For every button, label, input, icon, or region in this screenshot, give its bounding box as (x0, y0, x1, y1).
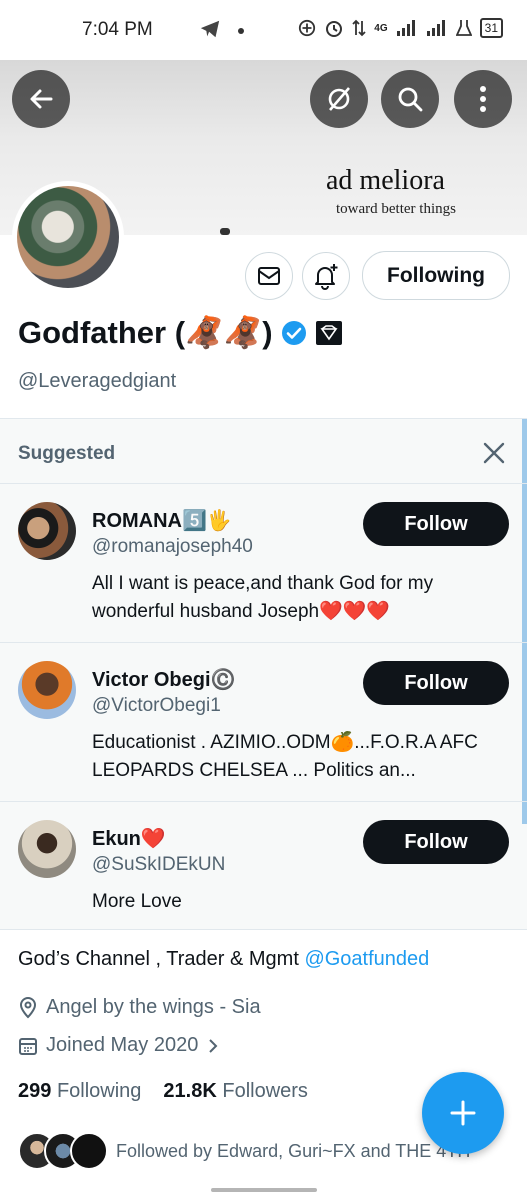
suggested-user-bio: More Love (92, 891, 182, 912)
profile-bio: God’s Channel , Trader & Mgmt @Goatfunde… (18, 948, 429, 971)
location-pin-icon (19, 996, 37, 1018)
banner-motto: ad meliora (326, 165, 445, 196)
bio-text: God’s Channel , Trader & Mgmt (18, 948, 305, 970)
add-circle-icon (299, 19, 316, 37)
back-button[interactable] (12, 70, 70, 128)
avatar (70, 1132, 108, 1170)
avatar[interactable] (18, 661, 76, 719)
avatar[interactable] (18, 820, 76, 878)
battery-icon: 31 (479, 18, 503, 38)
profile-location: Angel by the wings - Sia (18, 996, 261, 1019)
suggested-user-handle: @romanajoseph40 (92, 536, 253, 557)
profile-joined[interactable]: Joined May 2020 (18, 1034, 220, 1057)
followed-by-avatars (18, 1132, 108, 1170)
joined-text: Joined May 2020 (46, 1034, 199, 1056)
suggested-user-name[interactable]: Ekun❤️ (92, 826, 166, 851)
suggested-user-name[interactable]: ROMANA5️⃣🖐 (92, 508, 232, 533)
follow-button[interactable]: Follow (363, 502, 509, 546)
profile-avatar[interactable] (12, 181, 124, 293)
bell-plus-icon (315, 264, 338, 290)
following-label: Following (56, 1080, 142, 1102)
followers-label: Followers (222, 1080, 308, 1102)
plus-icon (450, 1100, 476, 1126)
network-type: 4G (374, 22, 388, 34)
location-text: Angel by the wings - Sia (46, 996, 261, 1018)
signal-icon (426, 20, 445, 36)
notifications-button[interactable] (302, 252, 350, 300)
chevron-right-icon (209, 1038, 218, 1053)
data-arrows-icon (352, 19, 366, 37)
more-vertical-icon (480, 86, 486, 112)
suggested-user-handle: @SuSkIDEkUN (92, 854, 226, 875)
message-button[interactable] (245, 252, 293, 300)
signal-icon (396, 20, 415, 36)
following-count: 299 (18, 1080, 52, 1102)
following-count-link[interactable]: 299 Following (18, 1080, 141, 1103)
suggested-user-card[interactable]: Ekun❤️ @SuSkIDEkUN More Love Follow (0, 801, 527, 930)
suggested-user-card[interactable]: Victor Obegi©️ @VictorObegi1 Educationis… (0, 642, 527, 801)
status-icons: 4G 31 (298, 18, 503, 38)
status-bar: 7:04 PM 4G 31 (0, 0, 527, 60)
suggested-user-card[interactable]: ROMANA5️⃣🖐 @romanajoseph40 All I want is… (0, 483, 527, 642)
telegram-icon (200, 20, 220, 38)
search-icon (398, 87, 423, 112)
calendar-icon (19, 1037, 37, 1055)
grok-icon (328, 87, 350, 111)
dot-icon (238, 28, 244, 34)
profile-name: Godfather (🦧🦧) (18, 315, 273, 350)
suggested-user-bio: All I want is peace,and thank God for my… (92, 573, 434, 622)
followed-by[interactable]: Followed by Edward, Guri~FX and THE 4TH (18, 1132, 470, 1170)
bio-link[interactable]: @Goatfunded (304, 948, 429, 970)
followers-count: 21.8K (163, 1080, 217, 1102)
suggested-user-bio: Educationist . AZIMIO..ODM🍊...F.O.R.A AF… (92, 732, 478, 781)
suggested-section: Suggested ROMANA5️⃣🖐 @romanajoseph40 All… (0, 418, 527, 930)
affiliate-badge-icon[interactable] (315, 320, 343, 346)
compose-button[interactable] (422, 1072, 504, 1154)
suggested-user-name[interactable]: Victor Obegi©️ (92, 667, 235, 692)
banner-decoration (220, 228, 230, 235)
following-button[interactable]: Following (362, 251, 510, 300)
more-button[interactable] (454, 70, 512, 128)
follow-button[interactable]: Follow (363, 820, 509, 864)
profile-handle: @Leveragedgiant (18, 370, 177, 392)
avatar (17, 186, 119, 288)
suggested-title: Suggested (18, 443, 116, 464)
search-button[interactable] (381, 70, 439, 128)
follow-button[interactable]: Follow (363, 661, 509, 705)
verified-badge-icon[interactable] (281, 320, 307, 346)
alarm-icon (326, 21, 343, 37)
close-icon[interactable] (480, 439, 508, 467)
grok-button[interactable] (310, 70, 368, 128)
followed-by-text: Followed by Edward, Guri~FX and THE 4TH (116, 1140, 471, 1161)
flask-icon (455, 20, 472, 36)
suggested-user-handle: @VictorObegi1 (92, 695, 221, 716)
profile-name-row: Godfather (🦧🦧) (18, 314, 343, 351)
profile-counts: 299 Following 21.8K Followers (18, 1080, 308, 1103)
banner-motto-sub: toward better things (336, 201, 456, 217)
followers-count-link[interactable]: 21.8K Followers (163, 1080, 308, 1103)
avatar[interactable] (18, 502, 76, 560)
back-arrow-icon (30, 89, 53, 109)
envelope-icon (258, 267, 280, 285)
status-time: 7:04 PM (82, 19, 153, 40)
home-indicator[interactable] (211, 1188, 317, 1192)
